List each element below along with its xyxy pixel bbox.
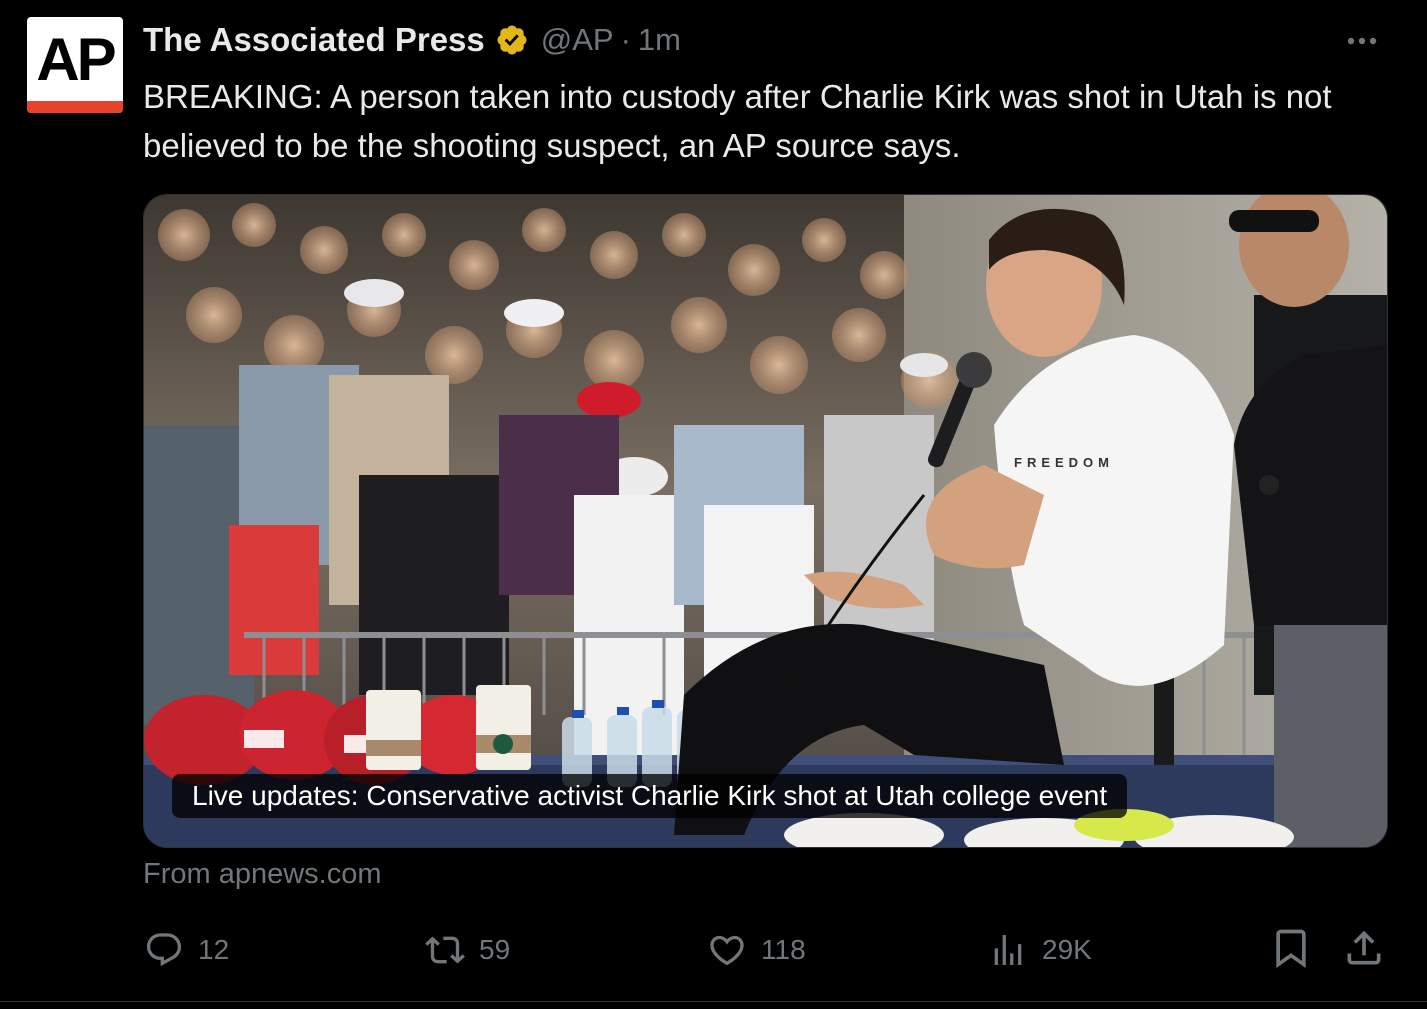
repost-icon xyxy=(425,936,465,964)
tweet-divider xyxy=(0,1001,1427,1002)
avatar-red-stripe xyxy=(27,101,123,113)
link-card[interactable]: FREEDOM Live updates: Conservative activ… xyxy=(143,194,1388,848)
timestamp[interactable]: 1m xyxy=(638,22,681,58)
views-button[interactable]: 29K xyxy=(988,928,1092,972)
handle[interactable]: @AP xyxy=(541,22,614,58)
avatar[interactable]: AP xyxy=(27,17,123,113)
reply-button[interactable]: 12 xyxy=(144,928,229,972)
tweet-header: The Associated Press @AP · 1m xyxy=(143,20,681,60)
svg-text:FREEDOM: FREEDOM xyxy=(1014,455,1114,470)
views-count: 29K xyxy=(1042,934,1092,965)
repost-count: 59 xyxy=(479,934,511,965)
heart-icon xyxy=(710,935,744,966)
repost-button[interactable]: 59 xyxy=(425,928,510,972)
more-options-icon[interactable] xyxy=(1342,26,1382,56)
tweet-text: BREAKING: A person taken into custody af… xyxy=(143,78,1332,164)
link-source[interactable]: From apnews.com xyxy=(143,858,382,891)
tweet[interactable]: AP The Associated Press @AP · 1m BREAKIN… xyxy=(0,0,1427,1002)
verified-badge-icon[interactable] xyxy=(495,23,529,57)
news-photo[interactable]: FREEDOM xyxy=(144,195,1387,847)
views-icon xyxy=(994,935,1022,965)
like-button[interactable]: 118 xyxy=(707,928,806,972)
share-icon[interactable] xyxy=(1342,926,1386,970)
bookmark-icon[interactable] xyxy=(1269,926,1313,970)
separator-dot: · xyxy=(620,22,631,57)
reply-count: 12 xyxy=(198,934,230,965)
avatar-logo-text: AP xyxy=(36,26,116,93)
like-count: 118 xyxy=(761,934,806,965)
display-name[interactable]: The Associated Press xyxy=(143,21,485,59)
link-card-title[interactable]: Live updates: Conservative activist Char… xyxy=(172,774,1128,818)
reply-icon xyxy=(146,933,182,967)
